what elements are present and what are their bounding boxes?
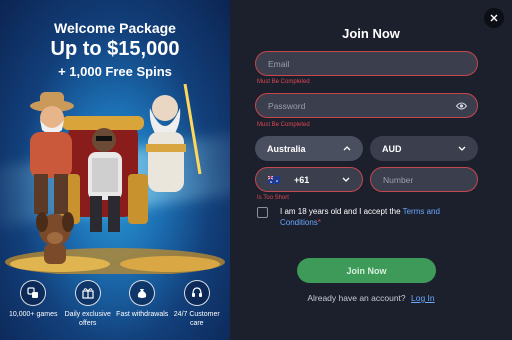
feature-support-label: 24/7 Customer care (173, 311, 220, 327)
signup-modal: Welcome Package Up to $15,000 + 1,000 Fr… (0, 0, 512, 340)
promo-illustration (5, 84, 225, 274)
close-icon (490, 14, 498, 22)
money-bag-icon (129, 280, 156, 306)
country-select[interactable]: Australia (255, 136, 363, 161)
join-button[interactable]: Join Now (297, 258, 436, 283)
signup-form: Join Now Email Must Be Completed Passwor… (230, 0, 512, 340)
promo-bonus: + 1,000 Free Spins (58, 64, 172, 79)
form-title: Join Now (342, 26, 400, 41)
promo-panel: Welcome Package Up to $15,000 + 1,000 Fr… (0, 0, 230, 340)
currency-select[interactable]: AUD (370, 136, 478, 161)
login-prompt-text: Already have an account? (307, 293, 406, 303)
number-placeholder: Number (383, 174, 414, 185)
terms-text: I am 18 years old and I accept the Terms… (280, 206, 460, 228)
headset-icon (183, 280, 210, 306)
chevron-down-icon (342, 177, 350, 182)
feature-withdrawals-label: Fast withdrawals (116, 311, 169, 318)
email-field[interactable]: Email (255, 51, 478, 76)
feature-offers: Daily exclusive offers (61, 280, 115, 328)
phone-number-field[interactable]: Number (370, 167, 478, 192)
login-prompt: Already have an account? Log In (230, 293, 512, 303)
feature-withdrawals: Fast withdrawals (115, 280, 169, 328)
phone-code-select[interactable]: +61 (255, 167, 363, 192)
chevron-down-icon (458, 146, 466, 151)
chevron-up-icon (343, 146, 351, 151)
promo-amount: Up to $15,000 (50, 38, 180, 60)
email-placeholder: Email (268, 58, 290, 69)
eye-icon[interactable] (456, 102, 467, 110)
country-value: Australia (267, 143, 306, 154)
phone-code-value: +61 (294, 174, 310, 185)
feature-list: 10,000+ games Daily exclusive offers Fas… (0, 280, 230, 328)
feature-games: 10,000+ games (6, 280, 60, 328)
login-link[interactable]: Log In (411, 293, 435, 303)
games-icon (20, 280, 47, 306)
currency-value: AUD (382, 143, 402, 154)
gift-icon (74, 280, 101, 306)
close-button[interactable] (484, 8, 504, 28)
password-field[interactable]: Password (255, 93, 478, 118)
feature-support: 24/7 Customer care (170, 280, 224, 328)
promo-headline: Welcome Package (54, 20, 176, 36)
australia-flag-icon (268, 175, 280, 184)
required-asterisk: * (317, 218, 321, 227)
number-error: Is Too Short (257, 195, 289, 201)
email-error: Must Be Completed (257, 79, 310, 85)
terms-label: I am 18 years old and I accept the (280, 207, 401, 216)
password-placeholder: Password (268, 100, 306, 111)
terms-checkbox[interactable] (257, 207, 268, 218)
feature-offers-label: Daily exclusive offers (64, 311, 111, 327)
feature-games-label: 10,000+ games (9, 311, 58, 318)
password-error: Must Be Completed (257, 122, 310, 128)
